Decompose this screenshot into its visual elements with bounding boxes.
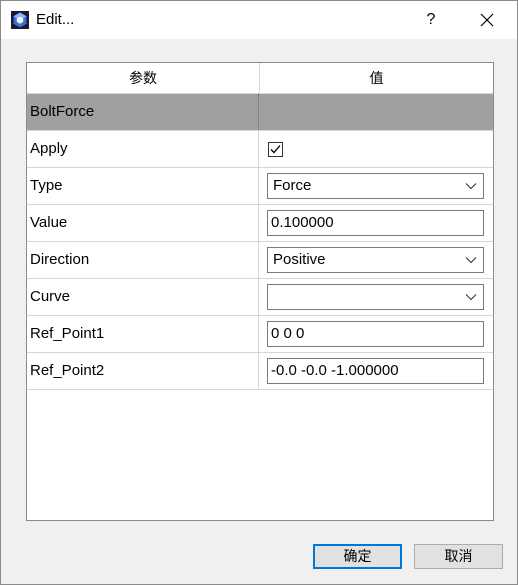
help-button[interactable]: ? <box>413 5 449 35</box>
table-row-ref-point1: Ref_Point1 0 0 0 <box>27 316 493 353</box>
property-value-cell: Positive <box>260 242 493 278</box>
group-row-boltforce[interactable]: BoltForce <box>27 94 493 131</box>
curve-combobox[interactable] <box>267 284 484 310</box>
ref-point1-input[interactable]: 0 0 0 <box>267 321 484 347</box>
close-button[interactable] <box>469 5 505 35</box>
combobox-value: Force <box>273 177 312 194</box>
table-row-apply: Apply <box>27 131 493 168</box>
property-name: Value <box>27 205 259 241</box>
value-input[interactable]: 0.100000 <box>267 210 484 236</box>
property-name: Curve <box>27 279 259 315</box>
group-label: BoltForce <box>27 94 259 130</box>
ok-button[interactable]: 确定 <box>313 544 402 569</box>
group-value-cell <box>260 94 493 130</box>
property-name: Apply <box>27 131 259 167</box>
property-name: Direction <box>27 242 259 278</box>
property-name: Ref_Point2 <box>27 353 259 389</box>
close-icon <box>480 13 494 27</box>
property-value-cell: 0.100000 <box>260 205 493 241</box>
table-row-type: Type Force <box>27 168 493 205</box>
property-value-cell: 0 0 0 <box>260 316 493 352</box>
apply-checkbox[interactable] <box>268 142 283 157</box>
property-name: Ref_Point1 <box>27 316 259 352</box>
combobox-value: Positive <box>273 251 326 268</box>
chevron-down-icon <box>465 183 477 190</box>
type-combobox[interactable]: Force <box>267 173 484 199</box>
column-header-parameter[interactable]: 参数 <box>27 63 260 93</box>
ref-point2-input[interactable]: -0.0 -0.0 -1.000000 <box>267 358 484 384</box>
table-row-curve: Curve <box>27 279 493 316</box>
property-name: Type <box>27 168 259 204</box>
table-row-ref-point2: Ref_Point2 -0.0 -0.0 -1.000000 <box>27 353 493 390</box>
edit-dialog: Edit... ? 参数 值 BoltForce Apply Type Forc… <box>0 0 518 585</box>
property-value-cell <box>260 131 493 167</box>
table-row-value: Value 0.100000 <box>27 205 493 242</box>
checkmark-icon <box>270 145 281 154</box>
table-row-direction: Direction Positive <box>27 242 493 279</box>
property-value-cell: -0.0 -0.0 -1.000000 <box>260 353 493 389</box>
chevron-down-icon <box>465 257 477 264</box>
property-value-cell: Force <box>260 168 493 204</box>
column-header-value[interactable]: 值 <box>260 63 493 93</box>
property-table: 参数 值 BoltForce Apply Type Force Value 0.… <box>26 62 494 521</box>
chevron-down-icon <box>465 294 477 301</box>
app-logo-icon <box>11 11 29 29</box>
window-title: Edit... <box>36 11 75 28</box>
title-bar: Edit... ? <box>1 1 517 39</box>
table-header: 参数 值 <box>27 63 493 94</box>
direction-combobox[interactable]: Positive <box>267 247 484 273</box>
cancel-button[interactable]: 取消 <box>414 544 503 569</box>
property-value-cell <box>260 279 493 315</box>
